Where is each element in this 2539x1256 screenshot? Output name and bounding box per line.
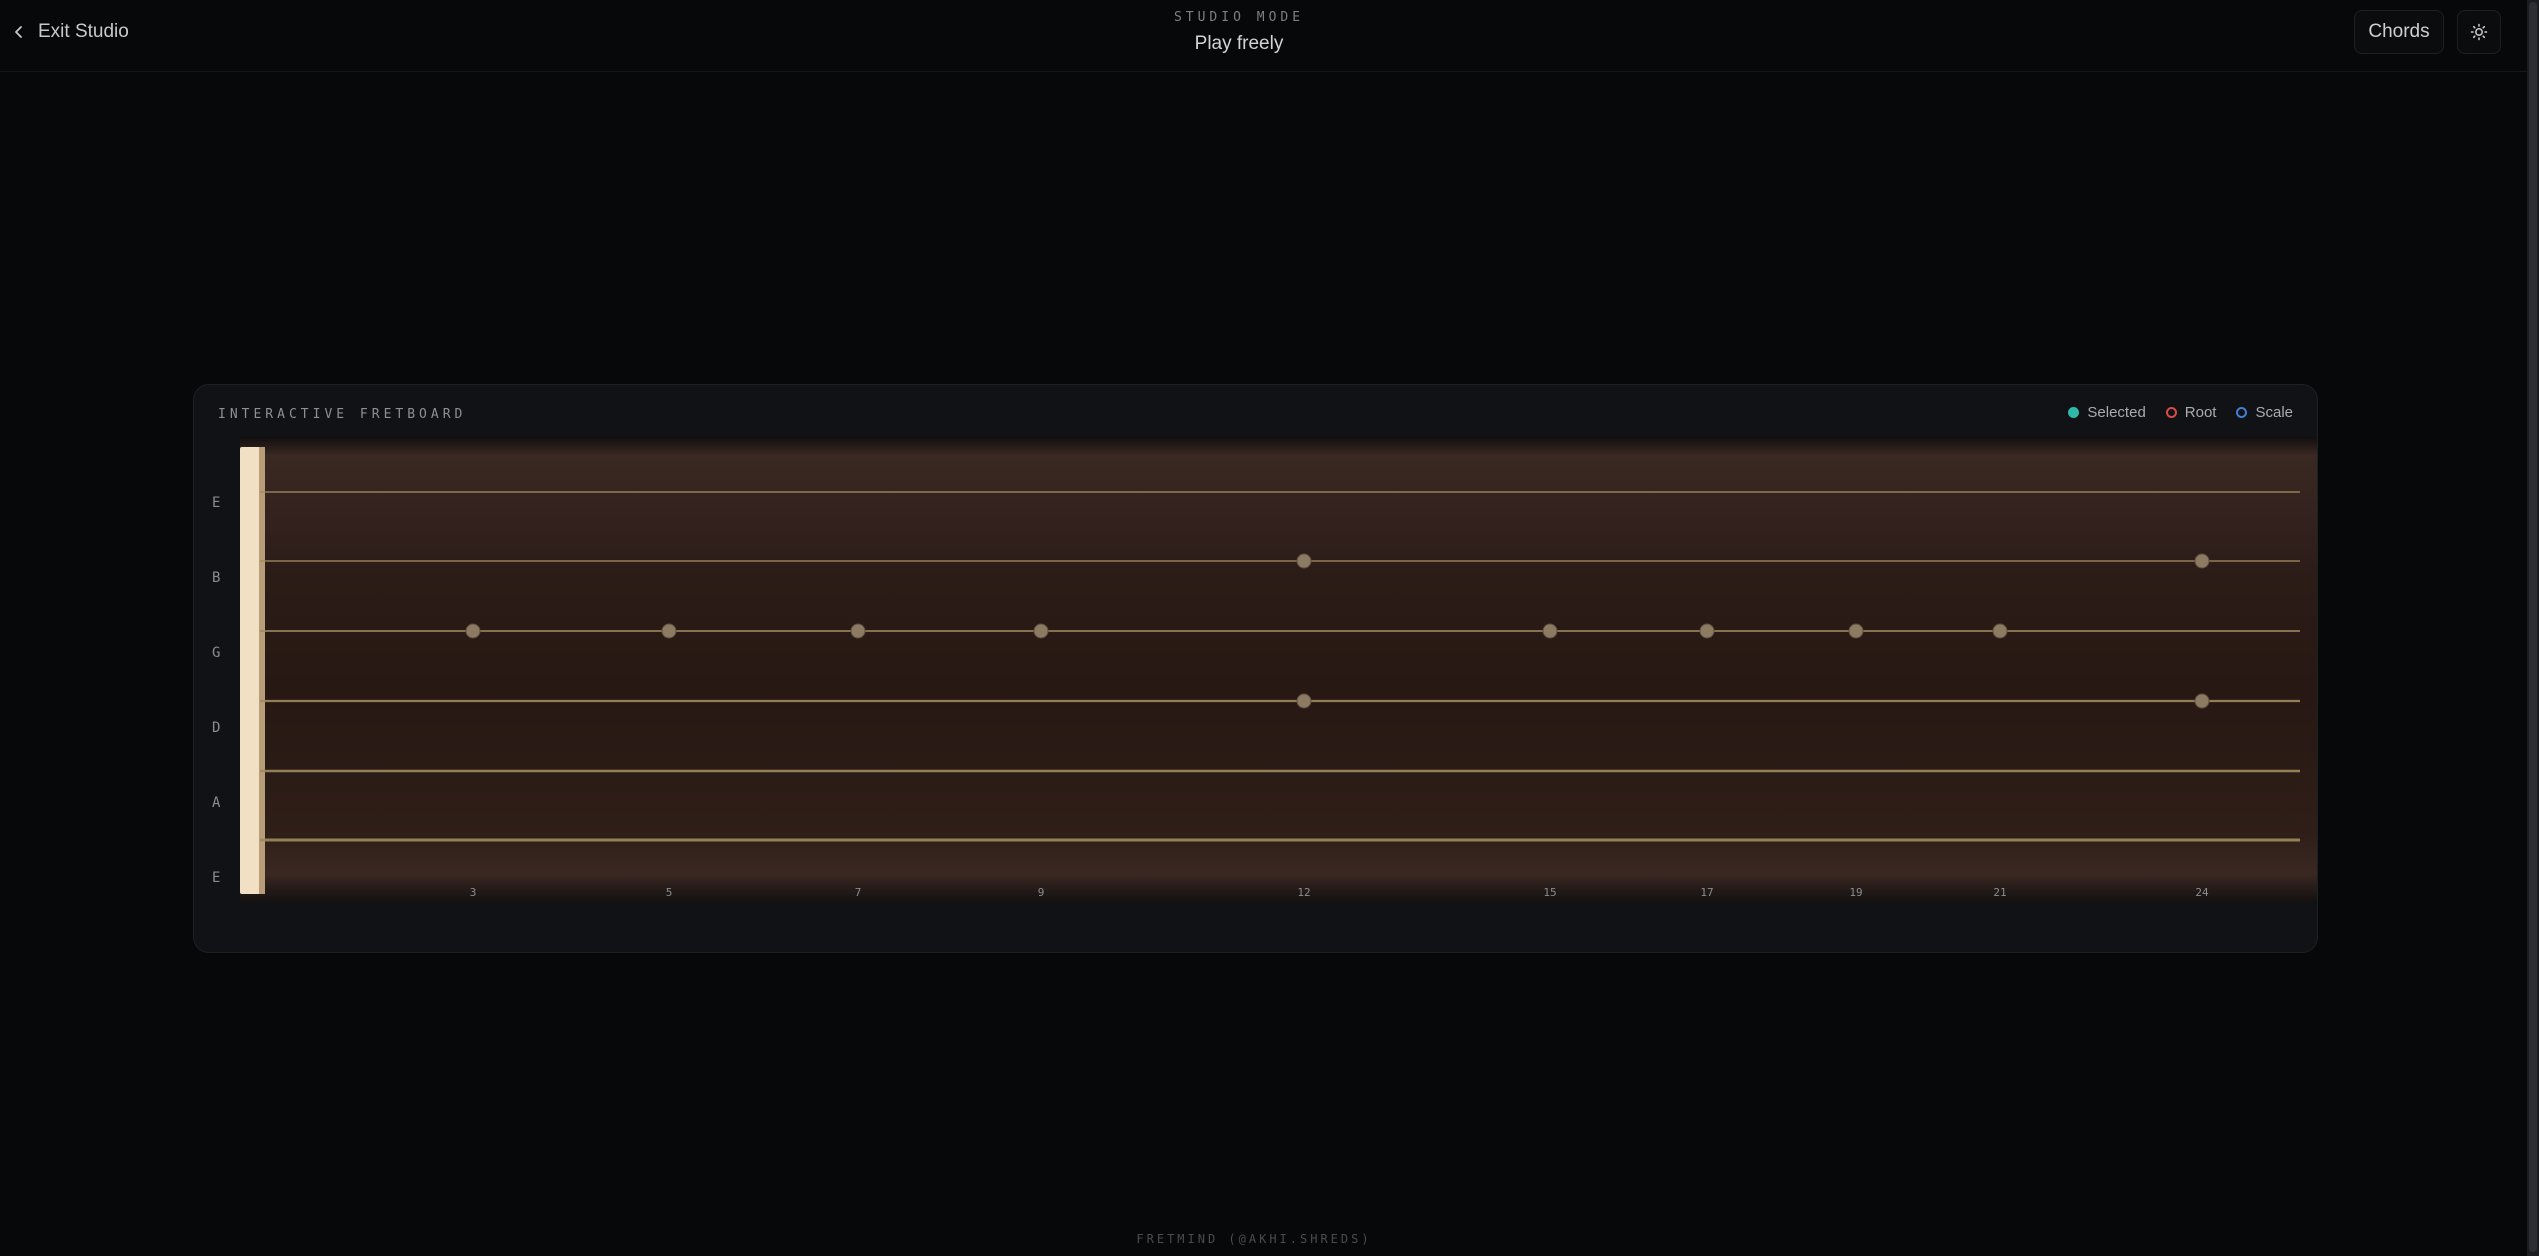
- fretboard-card: INTERACTIVE FRETBOARD Selected Root Scal…: [193, 384, 2318, 953]
- nut-edge: [259, 447, 265, 894]
- fret-marker-12-upper: [1296, 553, 1312, 569]
- string-label-1: E: [212, 495, 221, 511]
- fretboard-legend: Selected Root Scale: [2068, 404, 2293, 421]
- fret-marker-7: [850, 623, 866, 639]
- string-label-2: B: [212, 570, 221, 586]
- fret-marker-12-lower: [1296, 693, 1312, 709]
- legend-item-root: Root: [2165, 404, 2217, 421]
- top-bar: Exit Studio STUDIO MODE Play freely Chor…: [0, 0, 2539, 72]
- fret-number-7: 7: [855, 886, 862, 899]
- legend-label-selected: Selected: [2087, 404, 2146, 421]
- string-label-6: E: [212, 870, 221, 886]
- legend-swatch-selected: [2068, 407, 2080, 418]
- fret-number-3: 3: [470, 886, 477, 899]
- fret-marker-9: [1033, 623, 1049, 639]
- chords-button-label: Chords: [2368, 21, 2430, 42]
- mode-title: Play freely: [1194, 33, 1284, 54]
- fret-marker-24-lower: [2194, 693, 2210, 709]
- scrollbar-thumb[interactable]: [2529, 2, 2537, 1252]
- mode-kicker: STUDIO MODE: [1173, 10, 1305, 25]
- fret-marker-19: [1848, 623, 1864, 639]
- legend-item-scale: Scale: [2236, 404, 2293, 421]
- string-label-4: D: [212, 720, 221, 736]
- legend-label-scale: Scale: [2255, 404, 2293, 421]
- fret-marker-15: [1542, 623, 1558, 639]
- page-scrollbar[interactable]: [2527, 0, 2539, 1256]
- footer-credit: FRETMIND (@AKHI.SHREDS): [1136, 1232, 1372, 1246]
- fretboard-svg[interactable]: 3 5 7 9 12 15 17 19 21 24: [240, 437, 2317, 902]
- fretboard-title: INTERACTIVE FRETBOARD: [218, 407, 467, 422]
- fret-number-9: 9: [1038, 886, 1045, 899]
- fret-marker-17: [1699, 623, 1715, 639]
- theme-toggle-button[interactable]: [2457, 10, 2501, 54]
- string-label-5: A: [212, 795, 221, 811]
- fret-number-17: 17: [1700, 886, 1713, 899]
- fret-number-5: 5: [666, 886, 673, 899]
- sun-icon: [2470, 23, 2488, 41]
- chords-button[interactable]: Chords: [2354, 10, 2444, 54]
- fret-number-15: 15: [1543, 886, 1556, 899]
- mode-heading: STUDIO MODE Play freely: [0, 10, 2478, 55]
- fret-number-24: 24: [2195, 886, 2209, 899]
- fretboard-surface[interactable]: 3 5 7 9 12 15 17 19 21 24: [240, 437, 2317, 902]
- legend-swatch-root: [2165, 407, 2177, 418]
- legend-item-selected: Selected: [2068, 404, 2146, 421]
- fret-number-19: 19: [1849, 886, 1862, 899]
- fret-marker-24-upper: [2194, 553, 2210, 569]
- legend-swatch-scale: [2236, 407, 2248, 418]
- string-label-3: G: [212, 645, 221, 661]
- fret-marker-5: [661, 623, 677, 639]
- fret-number-12: 12: [1297, 886, 1310, 899]
- fret-marker-21: [1992, 623, 2008, 639]
- legend-label-root: Root: [2184, 404, 2217, 421]
- fret-marker-3: [465, 623, 481, 639]
- fret-number-21: 21: [1993, 886, 2006, 899]
